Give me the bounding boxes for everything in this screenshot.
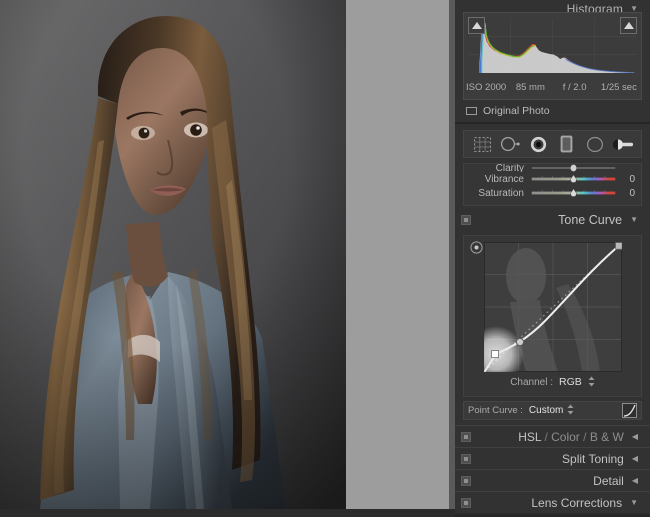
presence-sliders: Clarity Vibrance 0 Saturation 0 — [463, 163, 642, 206]
edit-point-curve-button[interactable] — [622, 403, 637, 418]
histogram-graph[interactable]: ISO 2000 85 mm f / 2.0 1/25 sec — [463, 12, 642, 100]
saturation-slider-row[interactable]: Saturation 0 — [464, 186, 641, 200]
tone-curve-graph[interactable] — [483, 242, 622, 372]
histogram-plot — [469, 18, 636, 73]
develop-tool-strip — [463, 130, 642, 158]
tone-curve-title: Tone Curve — [558, 213, 623, 227]
exif-readout: ISO 2000 85 mm f / 2.0 1/25 sec — [464, 80, 641, 94]
exif-focal-length: 85 mm — [515, 81, 545, 93]
exif-iso: ISO 2000 — [466, 81, 507, 93]
highlight-clipping-indicator[interactable] — [620, 17, 637, 34]
viewer-background — [346, 0, 455, 509]
bw-label[interactable]: B & W — [590, 430, 624, 444]
triangle-up-icon — [471, 22, 482, 29]
image-viewer — [0, 0, 455, 509]
saturation-slider-track[interactable] — [530, 187, 617, 199]
graduated-filter-tool[interactable] — [556, 134, 578, 154]
detail-panel-switch[interactable] — [461, 476, 471, 486]
lightroom-develop-window: Histogram ▼ ISO 2000 85 mm f / 2.0 1/25 … — [0, 0, 650, 517]
vibrance-label: Vibrance — [484, 173, 524, 185]
saturation-label: Saturation — [478, 187, 524, 199]
hsl-label[interactable]: HSL — [518, 430, 541, 444]
lens-corrections-panel-switch[interactable] — [461, 498, 471, 508]
lens-corrections-title: Lens Corrections — [531, 495, 623, 510]
chevron-left-icon[interactable]: ◀ — [632, 454, 638, 463]
chevron-down-icon[interactable]: ▼ — [630, 498, 638, 507]
targeted-adjustment-tool[interactable] — [470, 241, 483, 254]
triangle-up-icon — [623, 22, 634, 29]
panel-divider — [455, 122, 650, 124]
adjustment-brush-tool[interactable] — [612, 134, 634, 154]
crop-overlay-tool[interactable] — [471, 134, 493, 154]
chevron-down-icon[interactable]: ▼ — [630, 216, 638, 224]
develop-photo[interactable] — [0, 0, 346, 509]
histogram-panel: ISO 2000 85 mm f / 2.0 1/25 sec Original… — [455, 12, 650, 122]
hsl-separator-1: / — [541, 429, 552, 444]
channel-value[interactable]: RGB — [559, 376, 582, 388]
chevron-left-icon[interactable]: ◀ — [632, 476, 638, 485]
tone-curve-panel-switch[interactable] — [461, 215, 471, 225]
point-curve-row[interactable]: Point Curve : Custom — [463, 401, 642, 420]
color-label[interactable]: Color — [551, 430, 580, 444]
split-toning-panel-switch[interactable] — [461, 454, 471, 464]
original-photo-label: Original Photo — [483, 105, 550, 117]
clarity-label: Clarity — [495, 164, 524, 172]
exif-shutter-speed: 1/25 sec — [600, 81, 637, 93]
exif-aperture: f / 2.0 — [562, 81, 587, 93]
vibrance-value[interactable]: 0 — [617, 174, 635, 185]
original-photo-row[interactable]: Original Photo — [463, 100, 642, 122]
detail-panel[interactable]: Detail ◀ — [455, 469, 650, 491]
clarity-slider-track[interactable] — [530, 164, 617, 172]
hsl-separator-2: / — [579, 429, 590, 444]
hsl-color-bw-panel[interactable]: HSL / Color / B & W ◀ — [455, 425, 650, 447]
hsl-color-bw-title: HSL / Color / B & W — [518, 430, 624, 444]
hsl-panel-switch[interactable] — [461, 432, 471, 442]
point-curve-label: Point Curve : — [468, 405, 523, 416]
channel-spinner-icon[interactable] — [588, 376, 595, 389]
shadow-clipping-indicator[interactable] — [468, 17, 485, 34]
tone-curve-panel: Channel : RGB — [463, 235, 642, 397]
photo-illustration — [0, 0, 346, 509]
right-panel-column: Histogram ▼ ISO 2000 85 mm f / 2.0 1/25 … — [455, 0, 650, 517]
chevron-left-icon[interactable]: ◀ — [632, 432, 638, 441]
lens-corrections-panel[interactable]: Lens Corrections ▼ — [455, 491, 650, 513]
detail-title: Detail — [593, 473, 624, 488]
histogram-panel-header[interactable]: Histogram ▼ — [455, 0, 650, 16]
point-curve-spinner-icon[interactable] — [567, 404, 574, 417]
vibrance-slider-track[interactable] — [530, 173, 617, 185]
vibrance-slider-row[interactable]: Vibrance 0 — [464, 172, 641, 186]
original-photo-icon — [466, 107, 477, 115]
channel-label: Channel : — [510, 376, 554, 388]
split-toning-panel[interactable]: Split Toning ◀ — [455, 447, 650, 469]
radial-filter-tool[interactable] — [584, 134, 606, 154]
red-eye-correction-tool[interactable] — [527, 134, 549, 154]
point-curve-value[interactable]: Custom — [529, 405, 563, 416]
channel-row[interactable]: Channel : RGB — [464, 372, 641, 392]
saturation-value[interactable]: 0 — [617, 188, 635, 199]
tone-curve-panel-header[interactable]: Tone Curve ▼ — [455, 209, 650, 231]
clarity-slider-row-clipped[interactable]: Clarity — [464, 164, 641, 172]
split-toning-title: Split Toning — [562, 451, 624, 466]
spot-removal-tool[interactable] — [499, 134, 521, 154]
